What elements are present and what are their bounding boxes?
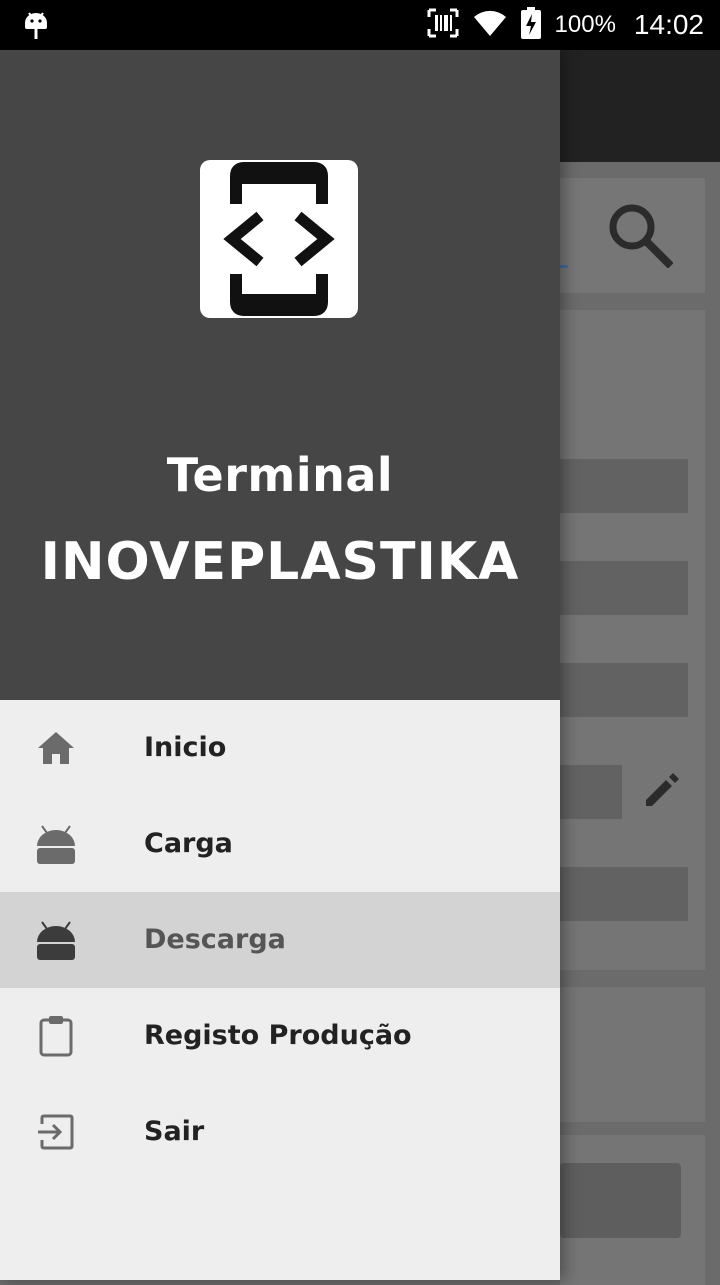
wifi-icon: [473, 9, 507, 42]
menu-item-sair[interactable]: Sair: [0, 1084, 560, 1180]
exit-icon: [34, 1110, 78, 1154]
menu-item-registo-producao[interactable]: Registo Produção: [0, 988, 560, 1084]
battery-percentage: 100%: [554, 11, 616, 38]
menu-item-carga[interactable]: Carga: [0, 796, 560, 892]
android-icon: [34, 918, 78, 962]
menu-item-label: Sair: [144, 1116, 205, 1147]
navigation-drawer: Terminal INOVEPLASTIKA Inicio Carga Desc…: [0, 50, 560, 1280]
drawer-menu: Inicio Carga Descarga Registo Produção S…: [0, 700, 560, 1180]
home-icon: [34, 726, 78, 770]
menu-item-inicio[interactable]: Inicio: [0, 700, 560, 796]
status-bar: 100% 14:02: [0, 0, 720, 50]
background-button: [560, 1163, 681, 1238]
background-field: [560, 867, 688, 921]
drawer-subtitle: INOVEPLASTIKA: [40, 532, 520, 592]
menu-item-label: Descarga: [144, 924, 286, 955]
background-field: [560, 561, 688, 615]
android-debug-icon: [22, 9, 50, 46]
clipboard-icon: [34, 1014, 78, 1058]
code-brackets-phone-icon: [200, 160, 358, 318]
android-icon: [34, 822, 78, 866]
menu-item-label: Carga: [144, 828, 233, 859]
background-field: [560, 765, 622, 819]
background-card: [560, 987, 705, 1122]
battery-charging-icon: [520, 6, 541, 44]
menu-item-descarga[interactable]: Descarga: [0, 892, 560, 988]
menu-item-label: Inicio: [144, 732, 227, 763]
background-field: [560, 663, 688, 717]
menu-item-label: Registo Produção: [144, 1020, 412, 1051]
search-icon: [605, 200, 674, 273]
background-search-underline: [560, 265, 568, 268]
background-field: [560, 459, 688, 513]
drawer-header: Terminal INOVEPLASTIKA: [0, 50, 560, 700]
drawer-title: Terminal: [166, 448, 394, 502]
clock: 14:02: [633, 9, 704, 40]
barcode-scanner-icon: [427, 8, 459, 43]
pencil-icon: [642, 770, 682, 815]
